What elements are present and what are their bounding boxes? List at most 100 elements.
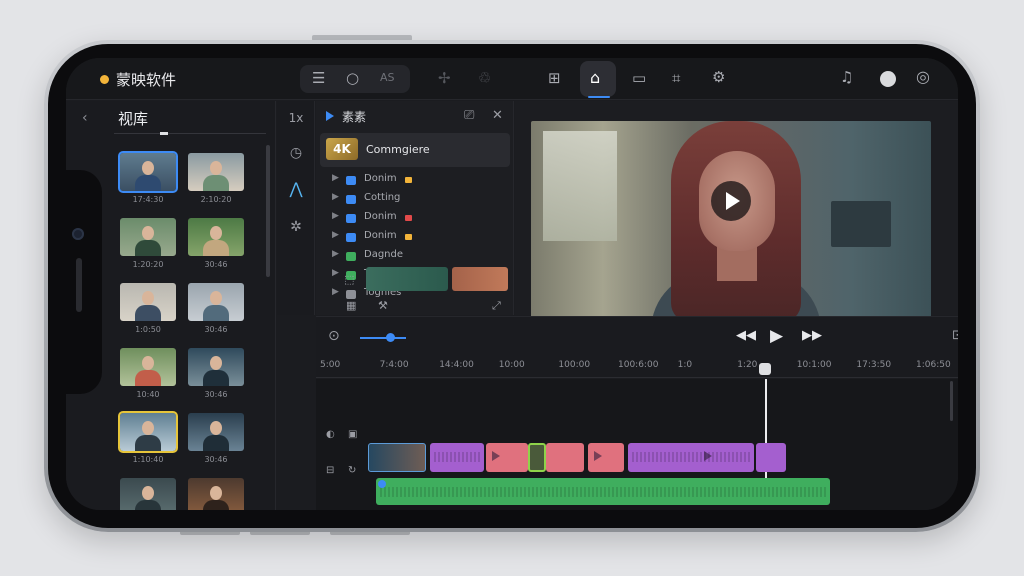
video-clip-5[interactable]	[546, 443, 584, 472]
expand-caret-icon[interactable]: ▶	[332, 192, 339, 202]
back-chevron-icon[interactable]: ‹	[82, 110, 88, 126]
library-thumbnail[interactable]	[118, 411, 178, 453]
video-clip-3[interactable]	[486, 443, 528, 472]
thumbnail-duration: 1:20:20	[132, 260, 164, 269]
expand-caret-icon[interactable]: ▶	[332, 230, 339, 240]
materials-panel: 素素 ⎚ ✕ 4K Commgiere ▶ Donim ▶ Cotting ▶ Donim…	[316, 101, 514, 315]
zoom-timer-icon[interactable]: ⊙	[328, 328, 340, 344]
settings-gear-icon[interactable]: ⚙	[712, 70, 725, 85]
library-thumbnail[interactable]	[188, 283, 244, 321]
thumbnail-duration: 30:46	[204, 390, 228, 399]
grid-icon[interactable]: ⊞	[548, 71, 561, 86]
folder-item-name: Cotting	[364, 192, 401, 203]
media-strip-1[interactable]	[366, 267, 448, 291]
track-camera-icon[interactable]: ▣	[348, 429, 357, 440]
folder-tag-icon	[405, 177, 412, 183]
thumbnail-subject-body	[203, 435, 229, 451]
library-thumbnail[interactable]	[188, 348, 244, 386]
expand-icon[interactable]: ⤢	[492, 299, 501, 313]
circle-icon[interactable]: ○	[346, 71, 359, 86]
timeline-ruler[interactable]: 5:00 7:4:00 14:4:00 10:00 100:00 100:6:00 1:0 1…	[316, 358, 958, 378]
playhead-handle[interactable]	[759, 363, 771, 375]
thumbnail-duration: 10:40	[136, 390, 160, 399]
thumbnail-subject-body	[203, 175, 229, 191]
recycle-icon[interactable]: ♲	[478, 71, 491, 86]
play-icon[interactable]	[726, 192, 740, 210]
audio-clip-start-marker[interactable]	[378, 480, 386, 488]
expand-caret-icon[interactable]: ▶	[332, 211, 339, 221]
media-strip-2[interactable]	[452, 267, 508, 291]
playhead-line[interactable]	[765, 379, 767, 491]
library-thumbnail[interactable]	[188, 413, 244, 451]
video-clip-8[interactable]	[756, 443, 786, 472]
monitor-icon[interactable]: ⎚	[464, 108, 474, 123]
folder-item[interactable]: ▶ Dagnde	[332, 249, 482, 265]
track-caption-icon[interactable]: ⊟	[326, 465, 334, 476]
library-thumbnail[interactable]	[120, 218, 176, 256]
list-icon[interactable]: ☰	[312, 71, 325, 86]
folder-icon	[346, 195, 356, 204]
library-thumbnail[interactable]	[188, 153, 244, 191]
play-button-icon[interactable]: ▶	[770, 326, 783, 346]
library-scrollbar[interactable]	[266, 145, 270, 277]
folder-icon	[346, 176, 356, 185]
expand-caret-icon[interactable]: ▶	[332, 249, 339, 259]
audio-clip[interactable]	[376, 478, 830, 505]
folder-item[interactable]: ▶ Donim	[332, 211, 482, 227]
avatar[interactable]	[880, 71, 896, 87]
video-clip-4[interactable]	[528, 443, 546, 472]
background-monitor	[831, 201, 891, 247]
expand-caret-icon[interactable]: ▶	[332, 268, 339, 278]
thumbnail-subject-body	[135, 370, 161, 386]
close-icon[interactable]: ✕	[492, 108, 503, 123]
playback-controls: ⊙ ◀◀ ▶ ▶▶ ⊡ ▭	[316, 316, 958, 358]
video-clip-7[interactable]	[628, 443, 754, 472]
folder-item[interactable]: ▶ Donim	[332, 230, 482, 246]
library-thumbnail[interactable]	[120, 283, 176, 321]
expand-caret-icon[interactable]: ▶	[332, 173, 339, 183]
zoom-slider-knob[interactable]	[386, 333, 395, 342]
film-icon[interactable]: ▦	[346, 299, 356, 312]
folder-item[interactable]: ▶ Cotting	[332, 192, 482, 208]
library-thumbnail[interactable]	[188, 218, 244, 256]
snapshot-icon[interactable]: ⊡	[952, 328, 958, 343]
folder-item[interactable]: ▶ Donim	[332, 173, 482, 189]
library-thumbnail[interactable]	[118, 151, 178, 193]
ruler-tick-label: 7:4:00	[379, 360, 409, 370]
track-video-icon[interactable]: ◐	[326, 429, 335, 440]
video-clip-1[interactable]	[368, 443, 426, 472]
ruler-tick-label: 10:1:00	[796, 360, 832, 370]
thumbnail-duration: 30:46	[204, 325, 228, 334]
library-thumbnail[interactable]	[188, 478, 244, 510]
fast-forward-icon[interactable]: ▶▶	[802, 328, 822, 343]
timer-icon[interactable]: ◷	[277, 145, 315, 161]
tool-icon[interactable]: ⚒	[378, 299, 388, 312]
screen-icon[interactable]: ▭	[632, 71, 646, 86]
ai-effects-icon[interactable]: ⋀	[277, 179, 315, 198]
library-thumbnail[interactable]	[120, 478, 176, 510]
rewind-icon[interactable]: ◀◀	[736, 328, 756, 343]
zoom-slider-track[interactable]	[360, 337, 406, 339]
puzzle-icon[interactable]: ✲	[277, 219, 315, 235]
magic-icon[interactable]: ✢	[438, 71, 451, 86]
camera-lens-icon	[72, 228, 84, 240]
track-link-icon[interactable]: ↻	[348, 465, 356, 476]
image-icon[interactable]: ⬚	[344, 273, 354, 286]
thumbnail-subject-body	[203, 305, 229, 321]
thumbnail-duration: 1:10:40	[132, 455, 164, 464]
ai-icon[interactable]: AS	[380, 72, 395, 83]
compass-icon[interactable]: ◎	[916, 69, 930, 85]
timeline-scrollbar[interactable]	[950, 381, 953, 421]
video-clip-6[interactable]	[588, 443, 624, 472]
video-clip-2[interactable]	[430, 443, 484, 472]
speed-1x-tool[interactable]: 1x	[277, 111, 315, 125]
thumbnail-subject-body	[203, 370, 229, 386]
bell-icon[interactable]: ♫	[840, 70, 853, 85]
ruler-tick-label: 1:0	[677, 360, 693, 370]
crop-icon[interactable]: ⌗	[672, 71, 680, 86]
video-frame[interactable]	[531, 121, 931, 323]
expand-caret-icon[interactable]: ▶	[332, 287, 339, 297]
library-thumbnail[interactable]	[120, 348, 176, 386]
folder-icon	[346, 233, 356, 242]
home-icon[interactable]: ⌂	[590, 70, 600, 86]
